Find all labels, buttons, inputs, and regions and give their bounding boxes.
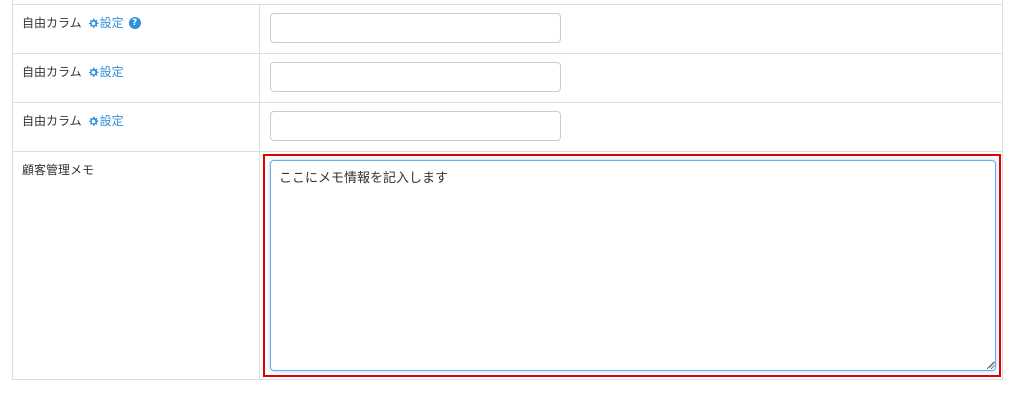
gear-icon	[88, 67, 99, 77]
field-label-text: 自由カラム	[22, 65, 82, 79]
custom-column-input-3[interactable]	[270, 111, 561, 141]
form-row-customer-memo: 顧客管理メモ ここにメモ情報を記入します	[13, 151, 1002, 379]
gear-icon	[88, 116, 99, 126]
custom-column-input-1[interactable]	[270, 13, 561, 43]
field-label: 自由カラム 設定	[22, 64, 124, 80]
settings-link[interactable]: 設定	[88, 64, 124, 80]
label-cell: 自由カラム 設定	[13, 54, 260, 103]
customer-memo-textarea[interactable]: ここにメモ情報を記入します	[270, 160, 996, 371]
form-table: 自由カラム 設定? 自由カラム 設定 自由カラム 設定 顧客管理メモ ここにメモ情報を…	[12, 0, 1003, 380]
gear-icon	[88, 18, 99, 28]
settings-link-label[interactable]: 設定	[100, 64, 124, 80]
help-icon[interactable]: ?	[128, 17, 141, 29]
settings-link[interactable]: 設定	[88, 113, 124, 129]
field-label: 自由カラム 設定?	[22, 15, 141, 31]
resize-grip-icon[interactable]	[988, 361, 996, 369]
customer-memo-label: 顧客管理メモ	[22, 163, 95, 177]
form-row-custom-column-3: 自由カラム 設定	[13, 102, 1002, 152]
label-cell: 顧客管理メモ	[13, 152, 260, 379]
field-label-text: 自由カラム	[22, 114, 82, 128]
settings-link-label[interactable]: 設定	[100, 113, 124, 129]
settings-link-label[interactable]: 設定	[100, 15, 124, 31]
field-label-text: 自由カラム	[22, 16, 82, 30]
form-row-custom-column-2: 自由カラム 設定	[13, 53, 1002, 103]
custom-column-input-2[interactable]	[270, 62, 561, 92]
field-label: 自由カラム 設定	[22, 113, 124, 129]
form-row-custom-column-1: 自由カラム 設定?	[13, 4, 1002, 54]
label-cell: 自由カラム 設定	[13, 103, 260, 152]
settings-link[interactable]: 設定	[88, 15, 124, 31]
label-cell: 自由カラム 設定?	[13, 5, 260, 54]
